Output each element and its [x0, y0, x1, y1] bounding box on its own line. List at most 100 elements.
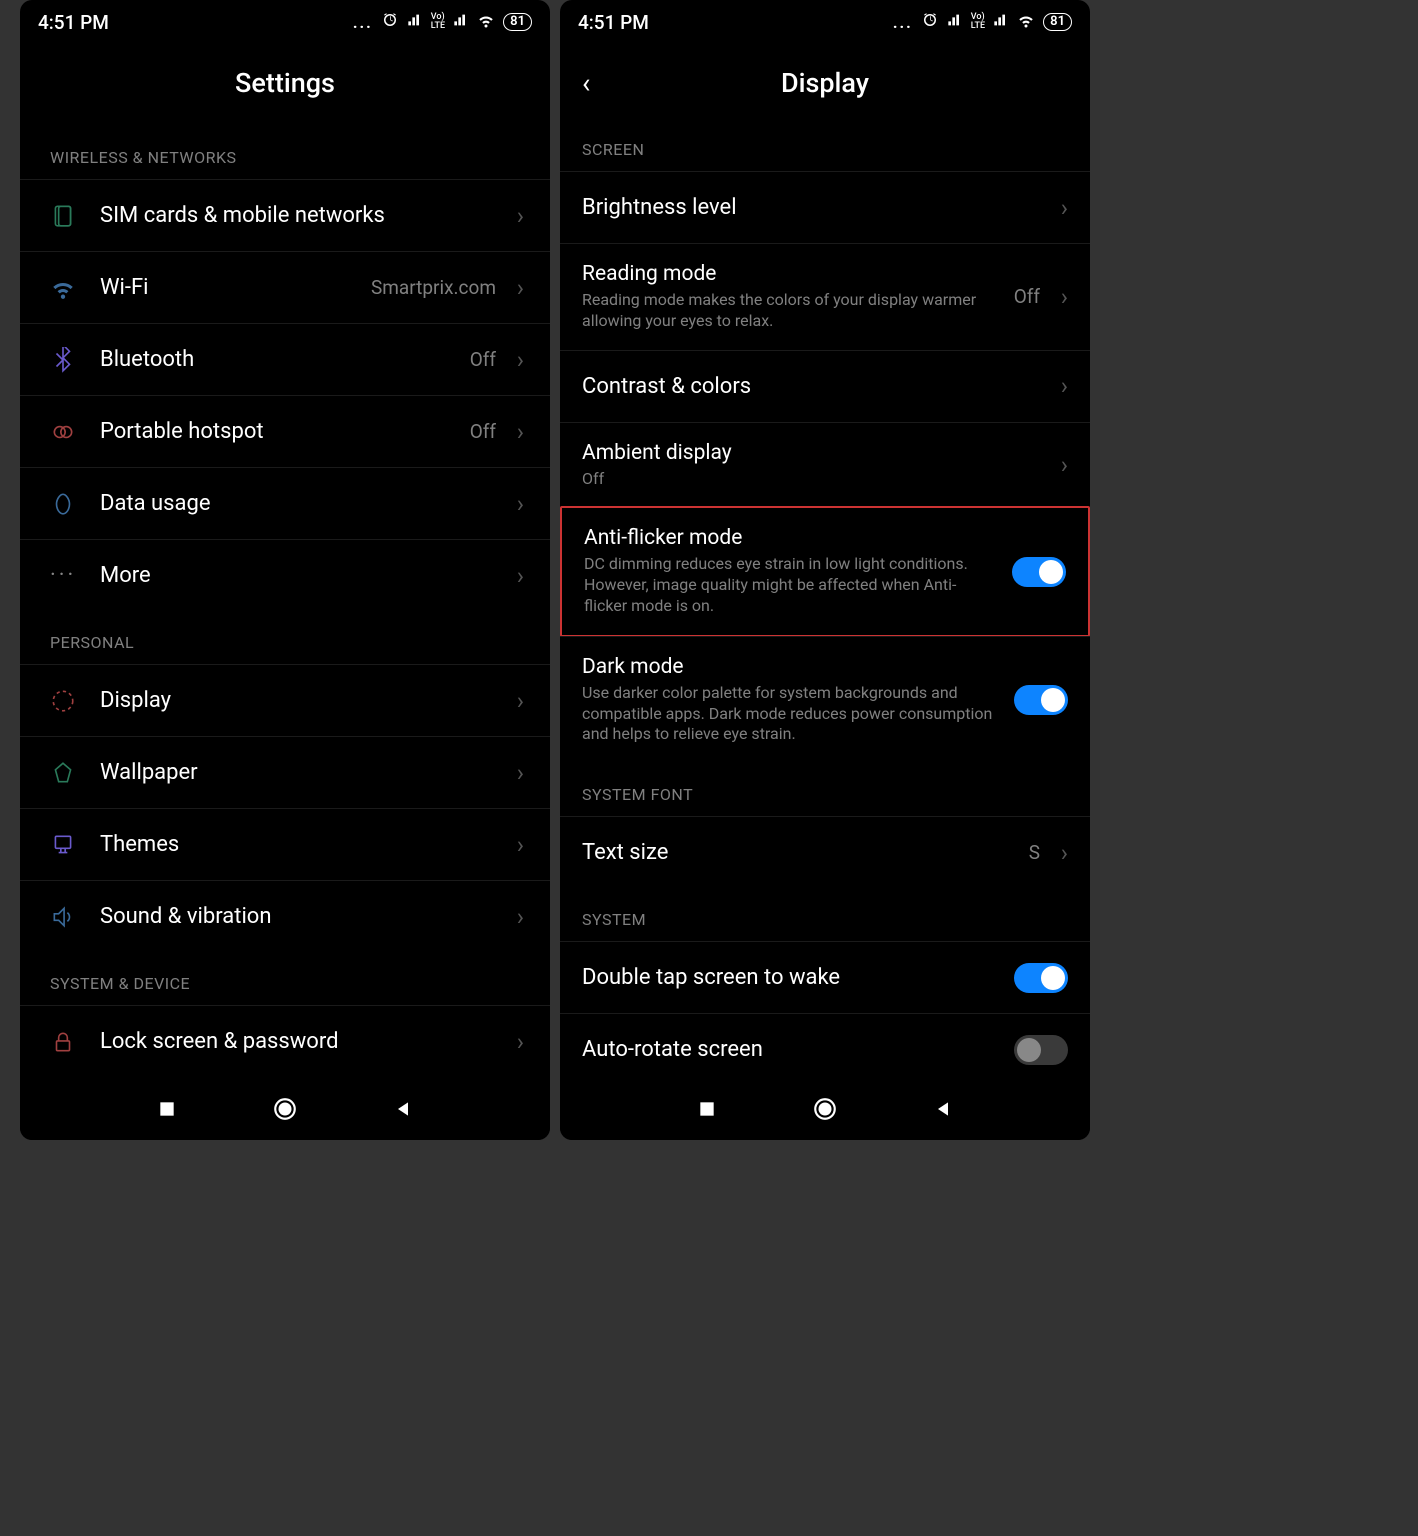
chevron-right-icon: › — [1052, 451, 1068, 479]
back-button[interactable] — [393, 1099, 413, 1123]
wifi-icon — [477, 11, 495, 33]
row-label: Brightness level — [582, 195, 1052, 220]
signal-icon — [407, 12, 423, 32]
alarm-icon — [381, 11, 399, 33]
sim-icon — [50, 203, 100, 229]
sound-icon — [50, 904, 100, 930]
row-label: Contrast & colors — [582, 374, 1052, 399]
row-bluetooth[interactable]: Bluetooth Off › — [20, 323, 550, 395]
section-personal: PERSONAL — [20, 611, 550, 664]
row-label: Themes — [100, 832, 508, 857]
row-lock-screen[interactable]: Lock screen & password › — [20, 1005, 550, 1077]
header: Settings — [20, 40, 550, 126]
row-contrast[interactable]: Contrast & colors › — [560, 350, 1090, 422]
row-brightness[interactable]: Brightness level › — [560, 171, 1090, 243]
row-label: Anti-flicker mode — [584, 526, 1002, 550]
row-desc: Off — [582, 469, 1052, 490]
row-label: Wi-Fi — [100, 275, 371, 300]
chevron-right-icon: › — [508, 903, 524, 931]
lock-icon — [50, 1029, 100, 1055]
row-double-tap[interactable]: Double tap screen to wake — [560, 941, 1090, 1013]
chevron-right-icon: › — [508, 562, 524, 590]
row-label: Reading mode — [582, 262, 1014, 286]
phone-settings: 4:51 PM ... Vo)LTE 81 Settings WIRELESS … — [20, 0, 550, 1140]
signal-icon-2 — [993, 12, 1009, 32]
toggle-double-tap[interactable] — [1014, 963, 1068, 993]
section-font: SYSTEM FONT — [560, 763, 1090, 816]
row-label: More — [100, 563, 508, 588]
toggle-dark-mode[interactable] — [1014, 685, 1068, 715]
row-label: Wallpaper — [100, 760, 508, 785]
signal-icon — [947, 12, 963, 32]
row-wallpaper[interactable]: Wallpaper › — [20, 736, 550, 808]
row-label: Sound & vibration — [100, 904, 508, 929]
row-desc: Reading mode makes the colors of your di… — [582, 290, 1014, 332]
row-reading-mode[interactable]: Reading mode Reading mode makes the colo… — [560, 243, 1090, 350]
settings-list[interactable]: WIRELESS & NETWORKS SIM cards & mobile n… — [20, 126, 550, 1082]
row-hotspot[interactable]: Portable hotspot Off › — [20, 395, 550, 467]
phone-display: 4:51 PM ... Vo)LTE 81 ‹ Display SCREE — [560, 0, 1090, 1140]
row-text-size[interactable]: Text size S › — [560, 816, 1090, 888]
more-icon: ... — [893, 13, 913, 32]
chevron-right-icon: › — [508, 346, 524, 374]
row-desc: DC dimming reduces eye strain in low lig… — [584, 554, 1002, 616]
status-icons: ... Vo)LTE 81 — [893, 11, 1072, 33]
row-value: S — [1029, 841, 1040, 864]
more-icon: ··· — [50, 563, 100, 588]
row-sim[interactable]: SIM cards & mobile networks › — [20, 179, 550, 251]
recents-button[interactable] — [697, 1099, 717, 1123]
row-value: Off — [470, 420, 496, 443]
row-value: Smartprix.com — [371, 276, 496, 299]
section-system-device: SYSTEM & DEVICE — [20, 952, 550, 1005]
page-title: Settings — [235, 67, 335, 99]
row-display[interactable]: Display › — [20, 664, 550, 736]
bluetooth-icon — [50, 347, 100, 373]
chevron-right-icon: › — [508, 1028, 524, 1056]
toggle-auto-rotate[interactable] — [1014, 1035, 1068, 1065]
header: ‹ Display — [560, 40, 1090, 126]
chevron-right-icon: › — [1052, 194, 1068, 222]
volte-icon: Vo)LTE — [971, 13, 985, 31]
row-desc: Use darker color palette for system back… — [582, 683, 1004, 745]
chevron-right-icon: › — [508, 759, 524, 787]
row-wifi[interactable]: Wi-Fi Smartprix.com › — [20, 251, 550, 323]
navbar — [560, 1082, 1090, 1140]
battery-icon: 81 — [503, 13, 532, 31]
statusbar-time: 4:51 PM — [38, 11, 109, 34]
section-wireless: WIRELESS & NETWORKS — [20, 126, 550, 179]
row-label: Portable hotspot — [100, 419, 470, 444]
row-ambient[interactable]: Ambient display Off › — [560, 422, 1090, 508]
wifi-icon — [1017, 11, 1035, 33]
page-title: Display — [781, 67, 869, 99]
row-auto-rotate[interactable]: Auto-rotate screen — [560, 1013, 1090, 1082]
row-label: Lock screen & password — [100, 1029, 508, 1054]
row-label: Auto-rotate screen — [582, 1037, 1004, 1062]
chevron-right-icon: › — [508, 274, 524, 302]
wifi-icon — [50, 275, 100, 301]
row-dark-mode[interactable]: Dark mode Use darker color palette for s… — [560, 636, 1090, 763]
home-button[interactable] — [812, 1096, 838, 1126]
row-more[interactable]: ··· More › — [20, 539, 550, 611]
home-button[interactable] — [272, 1096, 298, 1126]
row-antiflicker[interactable]: Anti-flicker mode DC dimming reduces eye… — [560, 506, 1090, 636]
display-list[interactable]: SCREEN Brightness level › Reading mode R… — [560, 126, 1090, 1082]
toggle-antiflicker[interactable] — [1012, 557, 1066, 587]
row-value: Off — [1014, 285, 1040, 308]
recents-button[interactable] — [157, 1099, 177, 1123]
statusbar: 4:51 PM ... Vo)LTE 81 — [20, 0, 550, 40]
row-value: Off — [470, 348, 496, 371]
row-label: Data usage — [100, 491, 508, 516]
row-label: Text size — [582, 840, 1029, 865]
back-button[interactable] — [933, 1099, 953, 1123]
chevron-right-icon: › — [508, 490, 524, 518]
row-themes[interactable]: Themes › — [20, 808, 550, 880]
section-system: SYSTEM — [560, 888, 1090, 941]
statusbar: 4:51 PM ... Vo)LTE 81 — [560, 0, 1090, 40]
chevron-right-icon: › — [508, 687, 524, 715]
display-icon — [50, 688, 100, 714]
row-sound[interactable]: Sound & vibration › — [20, 880, 550, 952]
back-icon[interactable]: ‹ — [582, 67, 590, 100]
chevron-right-icon: › — [508, 202, 524, 230]
row-data-usage[interactable]: Data usage › — [20, 467, 550, 539]
row-label: Dark mode — [582, 655, 1004, 679]
